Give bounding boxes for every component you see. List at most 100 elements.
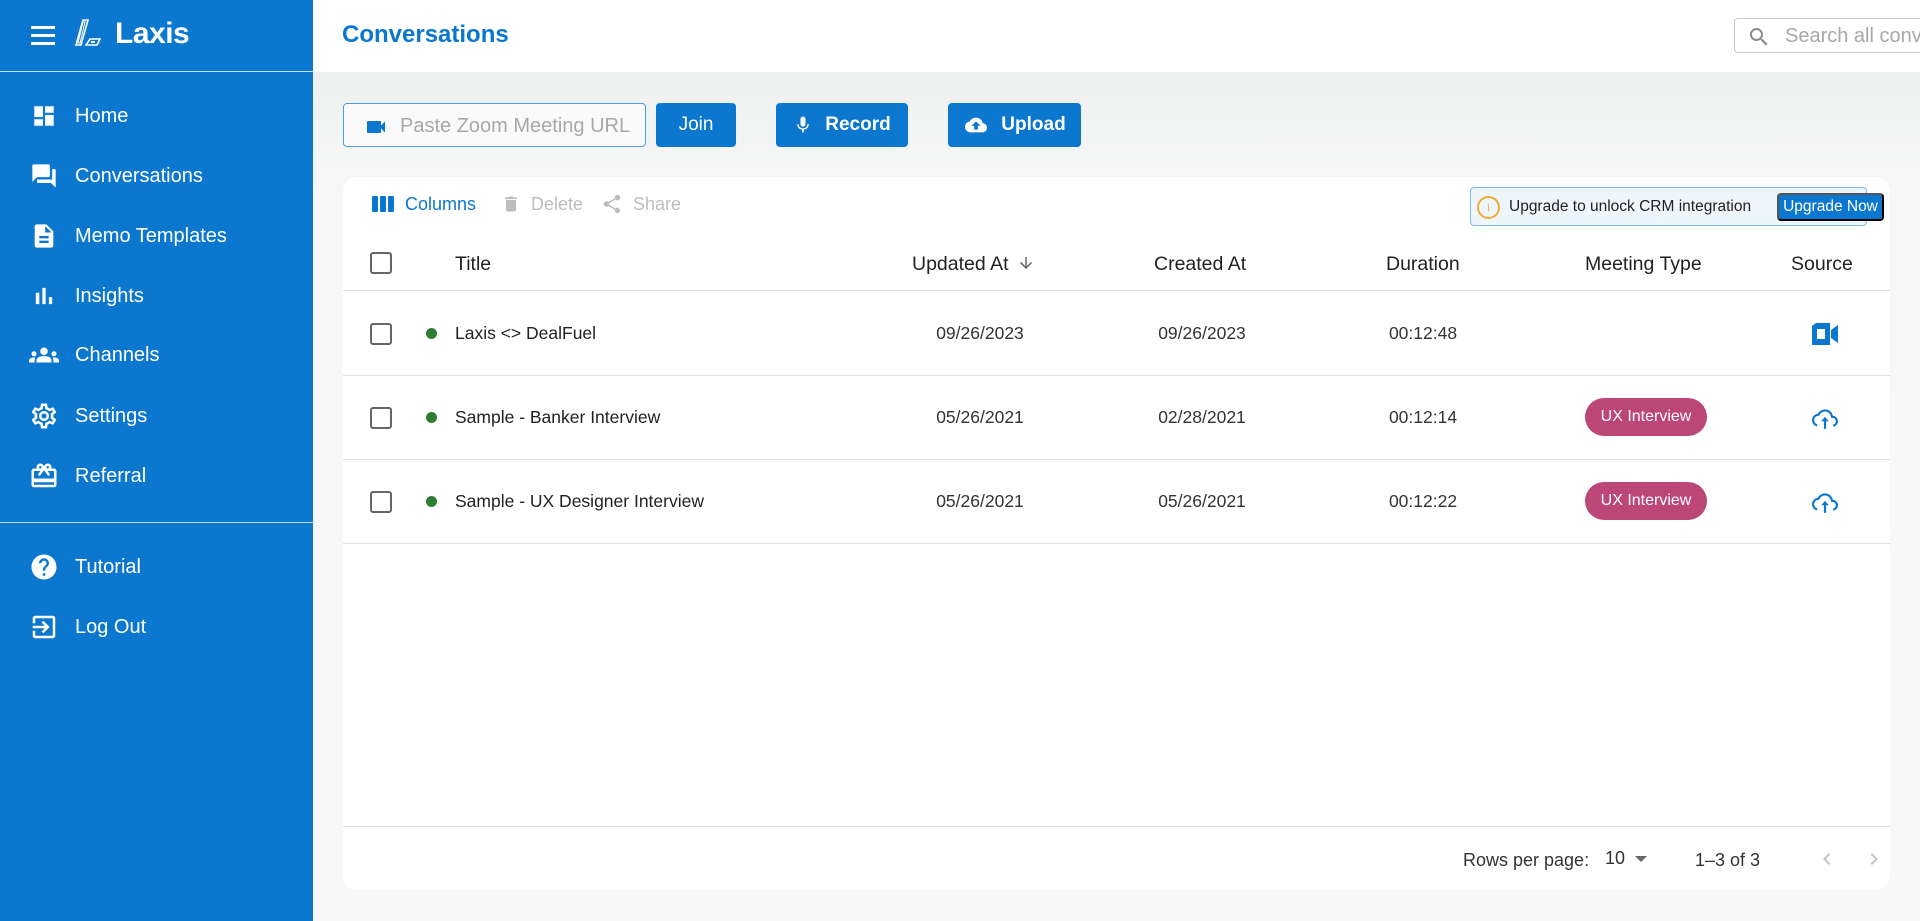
sidebar-item-label: Insights <box>75 284 144 307</box>
sidebar-header: Laxis <box>0 0 313 72</box>
select-all-checkbox[interactable] <box>370 252 392 274</box>
upgrade-banner: i Upgrade to unlock CRM integration Upgr… <box>1470 187 1884 226</box>
view-columns-icon <box>371 193 395 215</box>
top-header: Conversations <box>313 0 1920 72</box>
column-header-created-at[interactable]: Created At <box>1154 253 1246 276</box>
sidebar-item-settings[interactable]: Settings <box>0 390 313 442</box>
record-button[interactable]: Record <box>776 103 908 147</box>
chevron-right-icon <box>1870 853 1878 865</box>
gift-card-icon <box>29 461 59 491</box>
rows-per-page-label: Rows per page: <box>1463 850 1590 870</box>
sidebar-item-channels[interactable]: Channels <box>0 329 313 381</box>
sidebar-item-tutorial[interactable]: Tutorial <box>0 541 313 593</box>
row-duration: 00:12:48 <box>1388 323 1458 343</box>
conversations-table: Columns Delete Share i Upgrade to unlock… <box>343 177 1890 890</box>
columns-button[interactable]: Columns <box>371 190 476 218</box>
row-title[interactable]: Sample - UX Designer Interview <box>455 491 704 512</box>
row-updated-at: 05/26/2021 <box>936 407 1024 427</box>
row-duration: 00:12:22 <box>1388 491 1458 511</box>
zoom-icon <box>1810 320 1840 348</box>
row-title[interactable]: Laxis <> DealFuel <box>455 323 596 344</box>
row-checkbox[interactable] <box>370 407 392 429</box>
info-icon: i <box>1477 196 1500 219</box>
column-header-source[interactable]: Source <box>1791 253 1853 276</box>
row-created-at: 02/28/2021 <box>1158 407 1246 427</box>
column-header-updated-at[interactable]: Updated At <box>912 253 1035 276</box>
column-header-label: Updated At <box>912 253 1009 275</box>
zoom-url-field[interactable] <box>343 103 646 147</box>
table-header: Title Updated At Created At Duration Mee… <box>343 237 1890 291</box>
next-page-button[interactable] <box>1860 845 1888 873</box>
row-updated-at: 09/26/2023 <box>936 323 1024 343</box>
row-created-at: 05/26/2021 <box>1158 491 1246 511</box>
join-button[interactable]: Join <box>656 103 736 147</box>
table-pagination: Rows per page: 10 1–3 of 3 <box>343 826 1890 890</box>
column-header-title[interactable]: Title <box>455 253 491 276</box>
columns-label: Columns <box>405 193 477 214</box>
search-field[interactable] <box>1734 18 1920 53</box>
previous-page-button[interactable] <box>1813 845 1841 873</box>
page-title: Conversations <box>342 21 509 48</box>
sidebar-item-label: Settings <box>75 404 148 427</box>
chat-icon <box>29 161 59 191</box>
video-camera-icon <box>367 121 385 133</box>
sidebar-item-referral[interactable]: Referral <box>0 450 313 502</box>
share-icon <box>601 193 623 215</box>
sidebar-item-label: Tutorial <box>75 555 141 578</box>
column-header-meeting-type[interactable]: Meeting Type <box>1585 253 1702 276</box>
trash-icon <box>501 193 521 215</box>
sidebar-item-logout[interactable]: Log Out <box>0 601 313 653</box>
zoom-url-input[interactable] <box>400 112 640 140</box>
sidebar-item-memo-templates[interactable]: Memo Templates <box>0 210 313 262</box>
bar-chart-icon <box>29 281 59 311</box>
row-checkbox[interactable] <box>370 323 392 345</box>
table-row[interactable]: Sample - UX Designer Interview 05/26/202… <box>343 460 1890 544</box>
delete-label: Delete <box>531 193 584 214</box>
row-created-at: 09/26/2023 <box>1158 323 1246 343</box>
page-range: 1–3 of 3 <box>1695 850 1761 870</box>
sidebar-item-label: Memo Templates <box>75 224 227 247</box>
cloud-upload-icon <box>1810 488 1840 516</box>
row-title[interactable]: Sample - Banker Interview <box>455 407 660 428</box>
upgrade-text: Upgrade to unlock CRM integration <box>1509 198 1752 215</box>
upload-button[interactable]: Upload <box>948 103 1081 147</box>
gear-icon <box>29 401 59 431</box>
status-dot <box>426 412 437 423</box>
row-duration: 00:12:14 <box>1388 407 1458 427</box>
table-row[interactable]: Sample - Banker Interview 05/26/2021 02/… <box>343 376 1890 460</box>
sidebar: Laxis Home Conversations Memo Templates … <box>0 0 313 921</box>
sidebar-item-label: Referral <box>75 464 147 487</box>
brand-name: Laxis <box>115 17 190 50</box>
column-header-duration[interactable]: Duration <box>1386 253 1460 276</box>
sidebar-item-label: Conversations <box>75 164 203 187</box>
rows-per-page-value: 10 <box>1605 848 1626 868</box>
chevron-left-icon <box>1823 853 1831 865</box>
laxis-logo-icon <box>74 19 102 46</box>
row-checkbox[interactable] <box>370 491 392 513</box>
share-button[interactable]: Share <box>601 190 681 218</box>
sidebar-item-home[interactable]: Home <box>0 90 313 142</box>
table-row[interactable]: Laxis <> DealFuel 09/26/2023 09/26/2023 … <box>343 292 1890 376</box>
cloud-upload-icon <box>1810 404 1840 432</box>
arrow-down-icon <box>1019 257 1032 269</box>
sidebar-item-conversations[interactable]: Conversations <box>0 150 313 202</box>
document-icon <box>29 221 59 251</box>
meeting-type-chip[interactable]: UX Interview <box>1585 398 1707 436</box>
dashboard-icon <box>29 101 59 131</box>
status-dot <box>426 496 437 507</box>
cloud-upload-icon <box>963 114 989 136</box>
sidebar-item-insights[interactable]: Insights <box>0 270 313 322</box>
upgrade-now-button[interactable]: Upgrade Now <box>1777 193 1884 221</box>
row-updated-at: 05/26/2021 <box>936 491 1024 511</box>
share-label: Share <box>633 193 682 214</box>
record-label: Record <box>825 114 891 135</box>
search-input[interactable] <box>1785 23 1920 49</box>
sidebar-item-label: Home <box>75 104 129 127</box>
status-dot <box>426 328 437 339</box>
sidebar-item-label: Log Out <box>75 615 147 638</box>
logout-icon <box>29 612 59 642</box>
meeting-type-chip[interactable]: UX Interview <box>1585 482 1707 520</box>
menu-icon[interactable] <box>30 24 56 46</box>
rows-per-page-select[interactable]: 10 <box>1605 848 1648 869</box>
delete-button[interactable]: Delete <box>501 190 583 218</box>
